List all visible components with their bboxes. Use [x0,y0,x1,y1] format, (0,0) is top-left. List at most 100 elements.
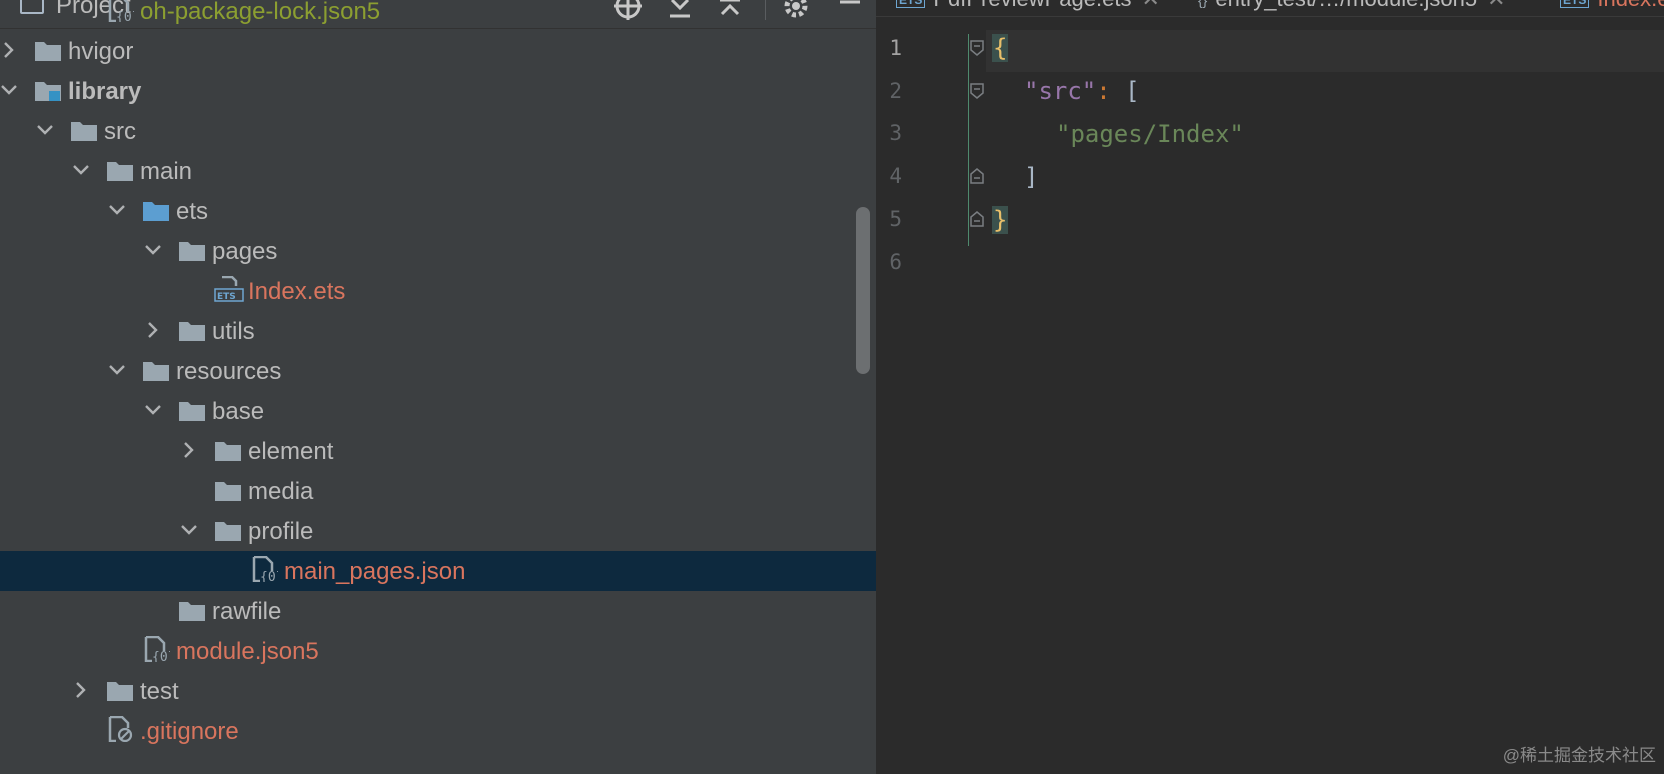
tree-item-label: media [248,478,314,505]
ets-file-icon: ETS [214,275,244,302]
close-brace: } [992,206,1009,234]
folder-icon [106,160,134,182]
code-line-4[interactable]: ] [1024,163,1038,191]
tree-item-oh-package-lock-json5[interactable]: {0} oh-package-lock.json5 [0,0,876,31]
tree-item-label: main_pages.json [284,558,466,585]
tree-item-label: profile [248,518,314,545]
code-line-5[interactable]: } [992,206,1009,234]
chevron-down-icon[interactable] [178,519,200,541]
tree-item-src[interactable]: src [0,111,876,151]
tree-scrollbar[interactable] [856,207,870,374]
tree-item-label: hvigor [68,38,134,65]
json-key: "src" [1024,77,1097,105]
json-file-icon: {} [1198,0,1208,9]
folder-icon [106,680,134,702]
svg-text:{0}: {0} [116,10,134,22]
svg-text:{0}: {0} [260,570,278,582]
tree-item-library[interactable]: library [0,71,876,111]
tree-item-label: test [140,678,179,705]
source-folder-icon [142,200,170,222]
tab-pdfpreviewpage[interactable]: ETS PdfPreviewPage.ets ✕ [896,0,1160,16]
tab-module-json5[interactable]: {} entry_test/…/module.json5 ✕ [1198,0,1506,16]
tree-item-base[interactable]: base [0,391,876,431]
watermark: @稀土掘金技术社区 [1502,746,1656,765]
tree-item-label: base [212,398,265,425]
code-line-3[interactable]: "pages/Index" [1056,120,1244,148]
folder-icon [214,480,242,502]
ignore-file-icon [106,715,134,743]
tree-item-label: utils [212,318,255,345]
tree-item-profile[interactable]: profile [0,511,876,551]
code-line-2[interactable]: "src": [ [1024,77,1140,105]
ets-file-icon: ETS [896,0,926,9]
json-string-value: "pages/Index" [1056,120,1244,148]
close-bracket: ] [1024,163,1039,191]
line-number: 2 [889,79,902,103]
folder-icon [34,40,62,62]
chevron-right-icon[interactable] [142,319,164,341]
tree-item-media[interactable]: media [0,471,876,511]
open-bracket: [ [1125,77,1140,105]
tab-index-ets[interactable]: ETS Index.e [1560,0,1664,16]
fold-open-icon[interactable] [970,83,984,99]
tree-item-label: resources [176,358,282,385]
chevron-right-icon[interactable] [178,439,200,461]
fold-close-icon[interactable] [970,168,984,184]
folder-icon [178,600,206,622]
code-line-1[interactable]: { [992,34,1009,62]
fold-open-icon[interactable] [970,40,984,56]
close-icon[interactable]: ✕ [1487,0,1505,11]
tree-item-test[interactable]: test [0,671,876,711]
tab-label: PdfPreviewPage.ets [933,0,1131,11]
tab-label: entry_test/…/module.json5 [1215,0,1477,11]
chevron-right-icon[interactable] [0,39,20,61]
svg-text:ETS: ETS [217,292,236,302]
tree-item-label: src [104,118,136,145]
tree-item-hvigor[interactable]: hvigor [0,31,876,71]
indent-guide [968,34,969,246]
tree-item-utils[interactable]: utils [0,311,876,351]
tab-label: Index.e [1597,0,1664,11]
tree-item-ets[interactable]: ets [0,191,876,231]
json-file-icon: {0} [142,635,175,665]
tree-item-main-pages-json[interactable]: {0} main_pages.json [0,551,876,591]
chevron-down-icon[interactable] [106,359,128,381]
json-file-icon: {0} [106,0,139,25]
colon: : [1096,77,1111,105]
chevron-down-icon[interactable] [0,79,20,101]
line-number: 5 [889,207,902,231]
line-number: 3 [889,121,902,145]
line-number: 4 [889,164,902,188]
tree-item-gitignore[interactable]: .gitignore [0,711,876,751]
ets-file-icon: ETS [1560,0,1590,9]
tree-item-label: element [248,438,334,465]
tree-item-label: ets [176,198,209,225]
chevron-right-icon[interactable] [70,679,92,701]
open-brace: { [992,34,1009,62]
close-icon[interactable]: ✕ [1141,0,1159,11]
tree-item-label: library [68,78,142,105]
chevron-down-icon[interactable] [142,239,164,261]
tree-item-label: oh-package-lock.json5 [140,0,381,25]
chevron-down-icon[interactable] [106,199,128,221]
tree-item-element[interactable]: element [0,431,876,471]
chevron-down-icon[interactable] [70,159,92,181]
current-line-highlight [986,30,1664,72]
tree-item-resources[interactable]: resources [0,351,876,391]
chevron-down-icon[interactable] [34,119,56,141]
chevron-down-icon[interactable] [142,399,164,421]
tree-item-index-ets[interactable]: ETS Index.ets [0,271,876,311]
tree-item-rawfile[interactable]: rawfile [0,591,876,631]
folder-icon [214,440,242,462]
json-file-icon: {0} [250,555,283,585]
folder-icon [178,320,206,342]
tree-item-pages[interactable]: pages [0,231,876,271]
module-folder-icon [34,80,62,102]
tree-item-label: pages [212,238,278,265]
tree-item-module-json5[interactable]: {0} module.json5 [0,631,876,671]
line-number: 1 [889,36,902,60]
tree-item-main[interactable]: main [0,151,876,191]
editor-area: ETS PdfPreviewPage.ets ✕ {} entry_test/…/mo… [876,0,1664,774]
editor-tab-bar: ETS PdfPreviewPage.ets ✕ {} entry_test/…/mo… [876,0,1664,17]
fold-close-icon[interactable] [970,211,984,227]
